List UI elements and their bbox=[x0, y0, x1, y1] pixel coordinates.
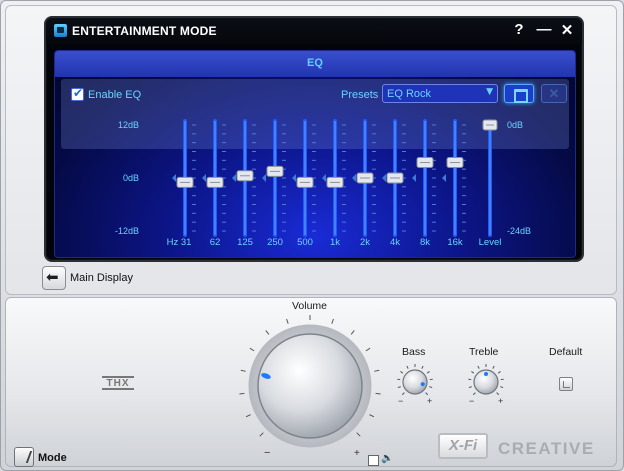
bass-indicator bbox=[420, 382, 425, 387]
bass-label: Bass bbox=[402, 346, 426, 358]
display-screen: ENTERTAINMENT MODE ? — ✕ EQ Enable EQ Pr… bbox=[44, 16, 584, 262]
bass-tick bbox=[425, 392, 429, 396]
zero-marker bbox=[382, 174, 386, 182]
volume-tick bbox=[286, 318, 289, 324]
volume-tick bbox=[239, 392, 245, 395]
volume-tick bbox=[356, 432, 361, 437]
volume-tick bbox=[374, 369, 380, 372]
band-label: 500 bbox=[297, 237, 313, 248]
bass-minus-label: − bbox=[398, 396, 403, 406]
help-button[interactable]: ? bbox=[511, 21, 527, 38]
band-label: 125 bbox=[237, 237, 253, 248]
level-bottom-label: -24dB bbox=[507, 226, 531, 236]
zero-marker bbox=[202, 174, 206, 182]
treble-tick bbox=[496, 392, 500, 396]
zero-marker bbox=[292, 174, 296, 182]
bass-tick bbox=[397, 386, 401, 389]
app-icon bbox=[54, 24, 67, 37]
treble-tick bbox=[500, 386, 504, 389]
close-button[interactable]: ✕ bbox=[559, 21, 575, 39]
creative-logo: CREATIVE bbox=[498, 439, 595, 458]
treble-label: Treble bbox=[469, 346, 499, 358]
default-button[interactable] bbox=[559, 377, 573, 391]
volume-tick bbox=[375, 392, 381, 395]
volume-tick bbox=[249, 347, 255, 352]
treble-tick bbox=[492, 365, 495, 369]
bass-knob[interactable] bbox=[402, 369, 428, 395]
title-bar: ENTERTAINMENT MODE ? — ✕ bbox=[46, 18, 582, 44]
band-label: 2k bbox=[360, 237, 370, 248]
treble-tick bbox=[477, 365, 480, 369]
bass-tick bbox=[429, 386, 433, 389]
thx-logo: THX bbox=[102, 376, 134, 390]
volume-plus-label: + bbox=[354, 448, 360, 459]
bass-plus-label: + bbox=[427, 396, 432, 406]
bass-tick bbox=[426, 371, 430, 374]
app-window: ENTERTAINMENT MODE ? — ✕ EQ Enable EQ Pr… bbox=[0, 0, 624, 471]
volume-tick bbox=[350, 330, 355, 335]
treble-tick bbox=[472, 392, 476, 396]
back-arrow-icon[interactable] bbox=[42, 266, 66, 290]
bass-tick bbox=[400, 371, 404, 374]
volume-minus-label: − bbox=[264, 447, 270, 459]
bass-tick bbox=[401, 392, 405, 396]
zero-marker bbox=[412, 174, 416, 182]
bass-tick bbox=[406, 365, 409, 369]
volume-tick bbox=[240, 369, 246, 372]
treble-plus-label: + bbox=[498, 396, 503, 406]
db-bottom-label: -12dB bbox=[115, 226, 139, 236]
level-top-label: 0dB bbox=[507, 120, 523, 130]
treble-tick bbox=[468, 386, 472, 389]
zero-marker bbox=[262, 174, 266, 182]
speaker-icon: 🔈 bbox=[381, 453, 394, 464]
zero-marker bbox=[232, 174, 236, 182]
band-label: 16k bbox=[447, 237, 463, 248]
zero-marker bbox=[322, 174, 326, 182]
band-label: 250 bbox=[267, 237, 283, 248]
volume-tick bbox=[245, 414, 251, 418]
treble-indicator bbox=[484, 372, 488, 376]
control-panel: − + − + − + Volume Bass Treble Default THX 🔈 … bbox=[5, 297, 617, 467]
window-title: ENTERTAINMENT MODE bbox=[72, 24, 217, 38]
minimize-button[interactable]: — bbox=[536, 21, 552, 38]
volume-knob[interactable] bbox=[257, 333, 363, 439]
volume-label: Volume bbox=[292, 300, 328, 312]
volume-tick bbox=[331, 318, 334, 324]
mode-button[interactable] bbox=[14, 447, 34, 467]
band-label: 8k bbox=[420, 237, 430, 248]
band-label: 4k bbox=[390, 237, 400, 248]
level-label: Level bbox=[479, 237, 502, 248]
mute-checkbox[interactable] bbox=[368, 455, 379, 466]
volume-tick bbox=[369, 414, 375, 418]
volume-tick bbox=[365, 347, 371, 352]
eq-panel: EQ Enable EQ Presets EQ Rock ▼ ✕ 12dB0dB… bbox=[54, 50, 576, 258]
zero-marker bbox=[172, 174, 176, 182]
top-frame: ENTERTAINMENT MODE ? — ✕ EQ Enable EQ Pr… bbox=[5, 5, 617, 295]
treble-tick bbox=[497, 371, 501, 374]
treble-minus-label: − bbox=[469, 396, 474, 406]
band-label: 62 bbox=[210, 237, 221, 248]
default-label: Default bbox=[549, 346, 583, 358]
mode-label[interactable]: Mode bbox=[38, 452, 67, 464]
band-label: 1k bbox=[330, 237, 340, 248]
bass-tick bbox=[421, 365, 424, 369]
xfi-logo: X-Fi bbox=[438, 433, 488, 459]
zero-marker bbox=[352, 174, 356, 182]
zero-marker bbox=[442, 174, 446, 182]
db-mid-label: 0dB bbox=[123, 173, 139, 183]
treble-tick bbox=[471, 371, 475, 374]
volume-tick bbox=[265, 330, 270, 335]
eq-sliders: 12dB 0dB -12dB Hz 31 62 125 250 500 1k 2k 4k 8k 16k 0… bbox=[115, 119, 531, 248]
db-top-label: 12dB bbox=[118, 120, 139, 130]
band-label: Hz 31 bbox=[167, 237, 192, 248]
main-display-label[interactable]: Main Display bbox=[70, 272, 133, 284]
volume-tick bbox=[259, 432, 264, 437]
